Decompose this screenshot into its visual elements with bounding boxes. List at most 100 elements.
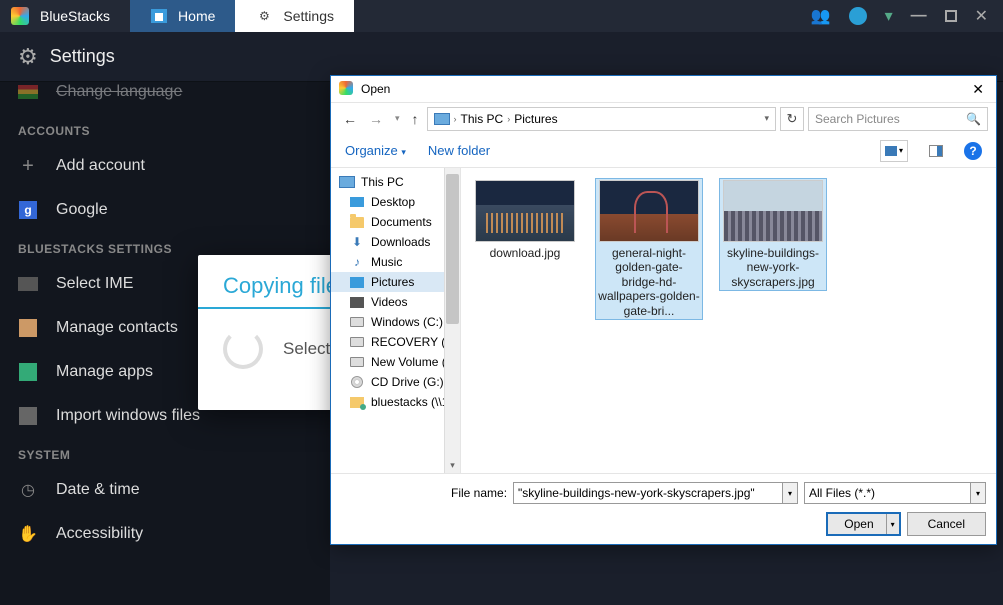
drive-icon: [349, 315, 365, 329]
tree-this-pc[interactable]: This PC: [331, 172, 460, 192]
tree-music[interactable]: ♪Music: [331, 252, 460, 272]
view-mode-button[interactable]: ▾: [880, 140, 908, 162]
sidebar-item-google[interactable]: g Google: [0, 188, 330, 232]
dialog-icon: [339, 81, 355, 97]
tree-drive-d[interactable]: RECOVERY (D:): [331, 332, 460, 352]
sidebar-item-date[interactable]: ◷ Date & time: [0, 468, 330, 512]
help-icon[interactable]: ?: [964, 142, 982, 160]
gear-icon: [255, 7, 273, 25]
scrollbar-thumb[interactable]: [446, 174, 459, 324]
search-placeholder: Search Pictures: [815, 112, 900, 126]
downloads-icon: ⬇: [349, 235, 365, 249]
dialog-titlebar: Open ✕: [331, 76, 996, 102]
file-item[interactable]: skyline-buildings-new-york-skyscrapers.j…: [719, 178, 827, 291]
filter-dropdown-icon[interactable]: ▾: [970, 482, 986, 504]
up-icon[interactable]: ↑: [408, 109, 423, 129]
new-folder-button[interactable]: New folder: [428, 143, 490, 158]
forward-icon[interactable]: →: [365, 109, 387, 129]
open-button[interactable]: Open ▾: [826, 512, 900, 536]
open-split-dropdown-icon[interactable]: ▾: [886, 514, 899, 534]
home-icon: [150, 7, 168, 25]
tree-network[interactable]: bluestacks (\\10...: [331, 392, 460, 412]
file-item[interactable]: download.jpg: [471, 178, 579, 262]
app-titlebar: BlueStacks Home Settings 👥 ▾ — ✕: [0, 0, 1003, 32]
pc-icon: [339, 175, 355, 189]
filename-input-wrap: ▾: [513, 482, 798, 504]
breadcrumb-root[interactable]: This PC: [461, 112, 504, 126]
chevron-down-icon[interactable]: ▾: [764, 113, 769, 124]
scroll-down-icon[interactable]: ▾: [445, 457, 460, 473]
tree-drive-f[interactable]: New Volume (F:): [331, 352, 460, 372]
refresh-icon[interactable]: ↻: [780, 107, 804, 131]
file-grid[interactable]: download.jpg general-night-golden-gate-b…: [461, 168, 996, 473]
close-icon[interactable]: ✕: [975, 6, 988, 26]
maximize-icon[interactable]: [945, 10, 957, 22]
page-title: Settings: [50, 46, 115, 67]
preview-pane-button[interactable]: [922, 140, 950, 162]
drive-icon: [349, 335, 365, 349]
search-input[interactable]: Search Pictures 🔍: [808, 107, 988, 131]
close-icon[interactable]: ✕: [968, 81, 988, 98]
search-icon: 🔍: [966, 112, 981, 126]
chevron-right-icon: ›: [454, 114, 457, 124]
dialog-title: Open: [361, 82, 390, 96]
dialog-bottom: File name: ▾ All Files (*.*) ▾ Open ▾ Ca…: [331, 473, 996, 544]
tree-pictures[interactable]: Pictures: [331, 272, 460, 292]
filename-input[interactable]: [513, 482, 782, 504]
thumbnail-icon: [599, 180, 699, 242]
chevron-right-icon: ›: [507, 114, 510, 124]
dropdown-icon[interactable]: ▾: [885, 6, 893, 26]
thumbnail-icon: [475, 180, 575, 242]
back-icon[interactable]: ←: [339, 109, 361, 129]
contacts-icon: [18, 318, 38, 338]
keyboard-icon: [18, 274, 38, 294]
file-item[interactable]: general-night-golden-gate-bridge-hd-wall…: [595, 178, 703, 320]
documents-icon: [349, 215, 365, 229]
friends-icon[interactable]: 👥: [811, 6, 831, 26]
tree-scrollbar[interactable]: ▴ ▾: [444, 168, 460, 473]
cancel-button[interactable]: Cancel: [907, 512, 986, 536]
google-icon: g: [18, 200, 38, 220]
sidebar-item-label: Manage contacts: [56, 319, 178, 337]
thumbnail-icon: [723, 180, 823, 242]
sidebar-item-language[interactable]: Change language: [0, 82, 330, 114]
breadcrumb[interactable]: › This PC › Pictures ▾: [427, 107, 776, 131]
app-name: BlueStacks: [40, 8, 110, 24]
section-system: SYSTEM: [0, 438, 330, 468]
filter-value: All Files (*.*): [804, 482, 970, 504]
clock-icon: ◷: [18, 480, 38, 500]
sidebar-item-add-account[interactable]: + Add account: [0, 144, 330, 188]
cd-icon: [349, 375, 365, 389]
recent-dropdown-icon[interactable]: ▾: [391, 111, 404, 126]
gear-icon: ⚙: [18, 44, 38, 70]
tree-documents[interactable]: Documents: [331, 212, 460, 232]
tree-downloads[interactable]: ⬇Downloads: [331, 232, 460, 252]
music-icon: ♪: [349, 255, 365, 269]
sidebar-item-label: Change language: [56, 83, 182, 101]
chevron-down-icon: ▾: [401, 147, 406, 157]
sidebar-item-label: Import windows files: [56, 407, 200, 425]
tab-home[interactable]: Home: [130, 0, 235, 32]
sidebar-item-label: Accessibility: [56, 525, 143, 543]
tree-videos[interactable]: Videos: [331, 292, 460, 312]
folder-tree[interactable]: This PC Desktop Documents ⬇Downloads ♪Mu…: [331, 168, 461, 473]
sidebar-item-accessibility[interactable]: ✋ Accessibility: [0, 512, 330, 556]
filter-select[interactable]: All Files (*.*) ▾: [804, 482, 986, 504]
pc-icon: [434, 113, 450, 125]
videos-icon: [349, 295, 365, 309]
file-name: general-night-golden-gate-bridge-hd-wall…: [597, 246, 701, 318]
minimize-icon[interactable]: —: [911, 7, 927, 25]
organize-menu[interactable]: Organize ▾: [345, 143, 406, 158]
tree-drive-g[interactable]: CD Drive (G:): [331, 372, 460, 392]
tab-settings[interactable]: Settings: [235, 0, 354, 32]
tab-strip: Home Settings: [130, 0, 354, 32]
sidebar-item-label: Add account: [56, 157, 145, 175]
network-drive-icon: [349, 395, 365, 409]
tree-drive-c[interactable]: Windows (C:): [331, 312, 460, 332]
filename-dropdown-icon[interactable]: ▾: [782, 482, 798, 504]
location-icon[interactable]: [849, 7, 867, 25]
tree-desktop[interactable]: Desktop: [331, 192, 460, 212]
dialog-toolbar: Organize ▾ New folder ▾ ?: [331, 134, 996, 168]
breadcrumb-folder[interactable]: Pictures: [514, 112, 557, 126]
app-logo-icon: [10, 6, 30, 26]
